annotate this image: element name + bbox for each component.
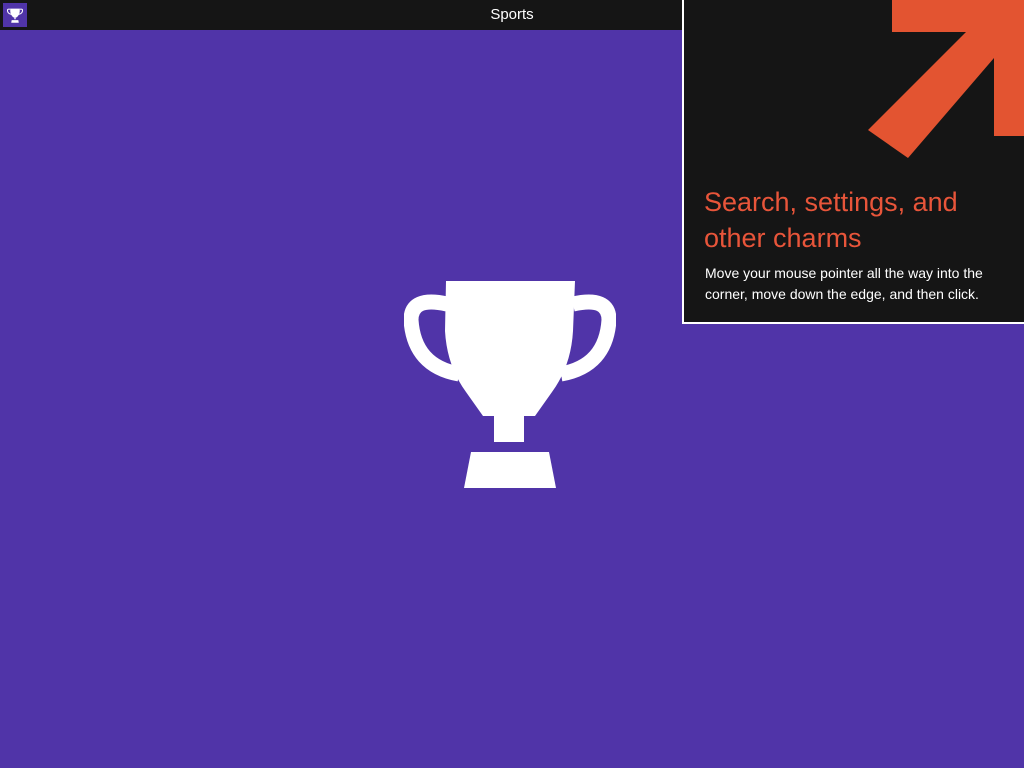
- charms-tip-panel: Search, settings, and other charms Move …: [682, 0, 1024, 324]
- trophy-icon: [7, 8, 23, 23]
- trophy-icon: [404, 281, 616, 488]
- arrow-up-right-icon: [868, 0, 1024, 158]
- tip-heading: Search, settings, and other charms: [704, 187, 958, 253]
- app-menu-button[interactable]: [3, 3, 27, 27]
- tip-body: Move your mouse pointer all the way into…: [705, 265, 983, 302]
- sports-app-window: Sports Search, settings, and other charm…: [0, 0, 1024, 768]
